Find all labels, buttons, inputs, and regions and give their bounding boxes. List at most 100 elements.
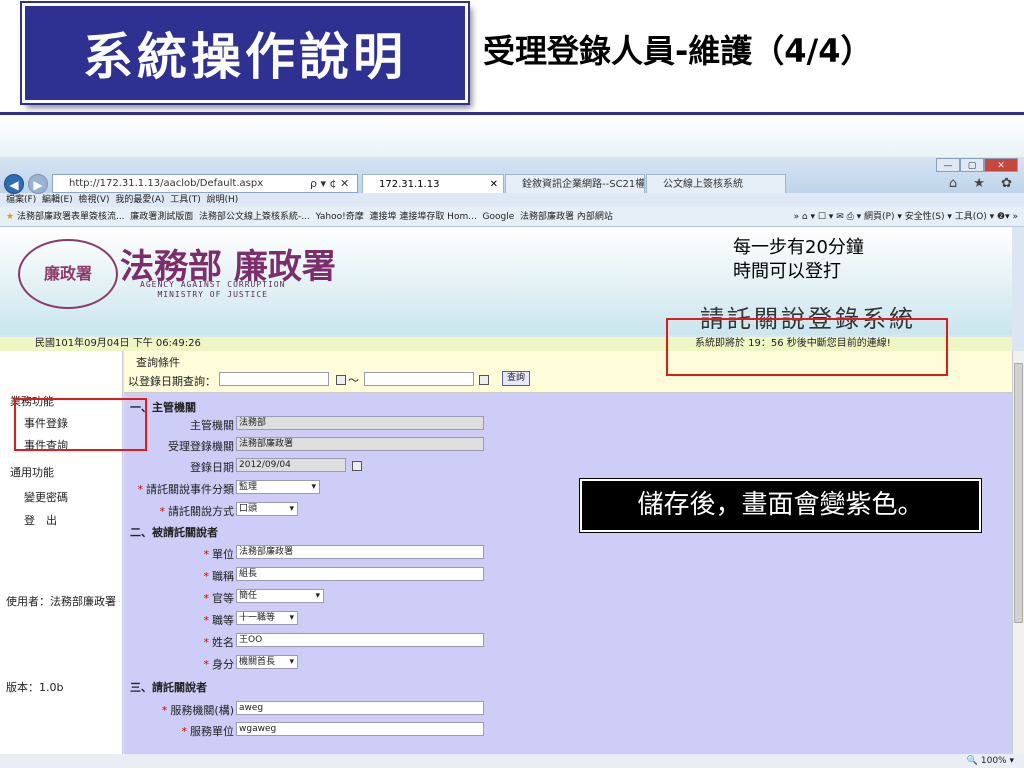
service-org-field[interactable]: aweg	[236, 701, 484, 715]
required-mark: *	[137, 483, 144, 496]
menu-item-tools[interactable]: 工具(T)	[170, 195, 201, 205]
query-button[interactable]: 查詢	[502, 371, 531, 386]
fav-link-test[interactable]: 廉政署測試版面	[130, 212, 193, 222]
address-tools[interactable]: ρ ▾ ¢ ✕	[310, 174, 349, 193]
tab-active[interactable]: 172.31.1.13 ✕	[362, 174, 504, 193]
service-unit-field[interactable]: wgaweg	[236, 722, 484, 736]
grade-label-text: 職等	[212, 614, 234, 627]
required-mark: *	[203, 570, 210, 583]
fav-link-ports[interactable]: 連接埠 連接埠存取 Hom...	[369, 212, 476, 222]
register-date-label: 登錄日期	[190, 461, 234, 474]
sidebar-item-logout[interactable]: 登 出	[24, 512, 57, 528]
authority-label: 主管機關	[190, 419, 234, 432]
forward-arrow-icon[interactable]: ▶	[28, 174, 48, 194]
register-date-field: 2012/09/04	[236, 458, 346, 472]
browser-window: — ▢ ✕ ◀ ▶ http://172.31.1.13/aaclob/Defa…	[0, 157, 1024, 768]
timeout-note: 每一步有20分鐘 時間可以登打	[733, 236, 864, 284]
name-label-text: 姓名	[212, 636, 234, 649]
query-date-tilde: ～	[348, 374, 359, 387]
job-title-label: * 職稱	[204, 568, 235, 584]
menu-bar: 檔案(F) 編輯(E) 檢視(V) 我的最愛(A) 工具(T) 說明(H)	[0, 193, 1024, 207]
job-title-label-text: 職稱	[212, 570, 234, 583]
agency-english-name: AGENCY AGAINST CORRUPTION MINISTRY OF JU…	[140, 280, 285, 300]
tab-label: 172.31.1.13	[379, 179, 440, 190]
fav-link-intranet[interactable]: 法務部廉政署 內部網站	[520, 212, 613, 222]
minimize-button[interactable]: —	[936, 158, 960, 172]
grade-select[interactable]: 十一職等	[236, 611, 298, 625]
command-bar-tools[interactable]: » ⌂ ▾ ☐ ▾ ✉ ⎙ ▾ 網頁(P) ▾ 安全性(S) ▾ 工具(O) ▾…	[794, 207, 1018, 226]
decorative-background	[0, 115, 1024, 157]
highlight-sidebar-box	[14, 398, 147, 451]
job-title-field[interactable]: 組長	[236, 567, 484, 581]
section-requested: 二、被請託關說者	[130, 526, 218, 539]
required-mark: *	[203, 548, 210, 561]
scrollbar-thumb[interactable]	[1014, 363, 1023, 623]
required-mark: *	[159, 505, 166, 518]
unit-field[interactable]: 法務部廉政署	[236, 545, 484, 559]
required-mark: *	[203, 592, 210, 605]
back-arrow-icon[interactable]: ◀	[4, 174, 24, 194]
calendar-icon[interactable]	[479, 375, 489, 385]
menu-item-favorites[interactable]: 我的最愛(A)	[115, 195, 164, 205]
slide-subtitle: 受理登錄人員-維護（4/4）	[483, 32, 873, 70]
query-date-from[interactable]	[219, 372, 329, 386]
name-field[interactable]: 王OO	[236, 633, 484, 647]
highlight-timeout-box	[666, 318, 948, 376]
slide: 系統操作說明 受理登錄人員-維護（4/4） — ▢ ✕ ◀ ▶ http://1…	[0, 0, 1024, 768]
required-mark: *	[161, 704, 168, 717]
rank-label-text: 官等	[212, 592, 234, 605]
maximize-button[interactable]: ▢	[960, 158, 984, 172]
tab-close-icon[interactable]: ✕	[490, 175, 498, 193]
registration-form: 一、主管機關 主管機關 法務部 受理登錄機關 法務部廉政署 登錄日期 2012/…	[124, 393, 1012, 768]
save-callout: 儲存後，畫面會變紫色。	[580, 479, 981, 532]
required-mark: *	[203, 658, 210, 671]
fav-link-docsys[interactable]: 法務部公文線上簽核系統-...	[199, 212, 310, 222]
fav-link-google[interactable]: Google	[483, 212, 515, 222]
unit-label-text: 單位	[212, 548, 234, 561]
agency-english-line1: AGENCY AGAINST CORRUPTION	[140, 280, 286, 289]
fav-link-yahoo[interactable]: Yahoo!奇摩	[316, 212, 364, 222]
tab-doc-signoff[interactable]: 公文線上簽核系統	[646, 174, 786, 193]
query-date-to[interactable]	[364, 372, 474, 386]
zoom-level[interactable]: 🔍 100% ▾	[0, 754, 1024, 768]
menu-item-edit[interactable]: 編輯(E)	[42, 195, 73, 205]
calendar-icon[interactable]	[352, 461, 362, 471]
required-mark: *	[203, 614, 210, 627]
rank-select[interactable]: 簡任	[236, 589, 324, 603]
name-label: * 姓名	[204, 634, 235, 650]
receiving-agency-label: 受理登錄機關	[168, 440, 234, 453]
slide-title: 系統操作說明	[22, 3, 468, 103]
current-datetime: 民國101年09月04日 下午 06:49:26	[35, 338, 201, 349]
identity-select[interactable]: 機關首長	[236, 655, 298, 669]
service-unit-label: * 服務單位	[182, 723, 235, 739]
required-mark: *	[203, 636, 210, 649]
category-label: * 請託關說事件分類	[138, 481, 235, 497]
menu-item-view[interactable]: 檢視(V)	[78, 195, 109, 205]
favorites-star-icon[interactable]: ★	[6, 212, 14, 222]
query-date-label: 以登錄日期查詢：	[128, 375, 216, 388]
favorites-bar: ★ 法務部廉政署表單簽核流... 廉政署測試版面 法務部公文線上簽核系統-...…	[0, 207, 1024, 227]
toolbar-home-star-gear-icons[interactable]: ⌂ ★ ✿	[949, 176, 1018, 191]
fav-link-forms[interactable]: 法務部廉政署表單簽核流...	[17, 212, 125, 222]
agency-english-line2: MINISTRY OF JUSTICE	[157, 290, 268, 299]
category-select[interactable]: 監理	[236, 480, 320, 494]
method-label-text: 請託關說方式	[168, 505, 234, 518]
menu-item-help[interactable]: 說明(H)	[207, 195, 239, 205]
service-unit-label-text: 服務單位	[190, 725, 234, 738]
tab-sc21[interactable]: 銓敘資訊企業網路--SC21權限...	[505, 174, 645, 193]
timeout-note-line2: 時間可以登打	[733, 261, 841, 282]
identity-label-text: 身分	[212, 658, 234, 671]
rank-label: * 官等	[204, 590, 235, 606]
vertical-scrollbar[interactable]	[1012, 351, 1024, 768]
browser-tab-bar: — ▢ ✕ ◀ ▶ http://172.31.1.13/aaclob/Defa…	[0, 157, 1024, 194]
timeout-note-line1: 每一步有20分鐘	[733, 237, 864, 258]
calendar-icon[interactable]	[336, 375, 346, 385]
method-label: * 請託關說方式	[160, 503, 235, 519]
main-content: 查詢條件 以登錄日期查詢： ～ 查詢 一、主管機關 主管機關 法務部 受理登錄機…	[124, 351, 1012, 768]
method-select[interactable]: 口頭	[236, 502, 298, 516]
identity-label: * 身分	[204, 656, 235, 672]
sidebar-item-change-password[interactable]: 變更密碼	[24, 489, 68, 505]
menu-item-file[interactable]: 檔案(F)	[6, 195, 36, 205]
close-window-button[interactable]: ✕	[984, 158, 1018, 172]
window-controls: — ▢ ✕	[936, 158, 1018, 172]
